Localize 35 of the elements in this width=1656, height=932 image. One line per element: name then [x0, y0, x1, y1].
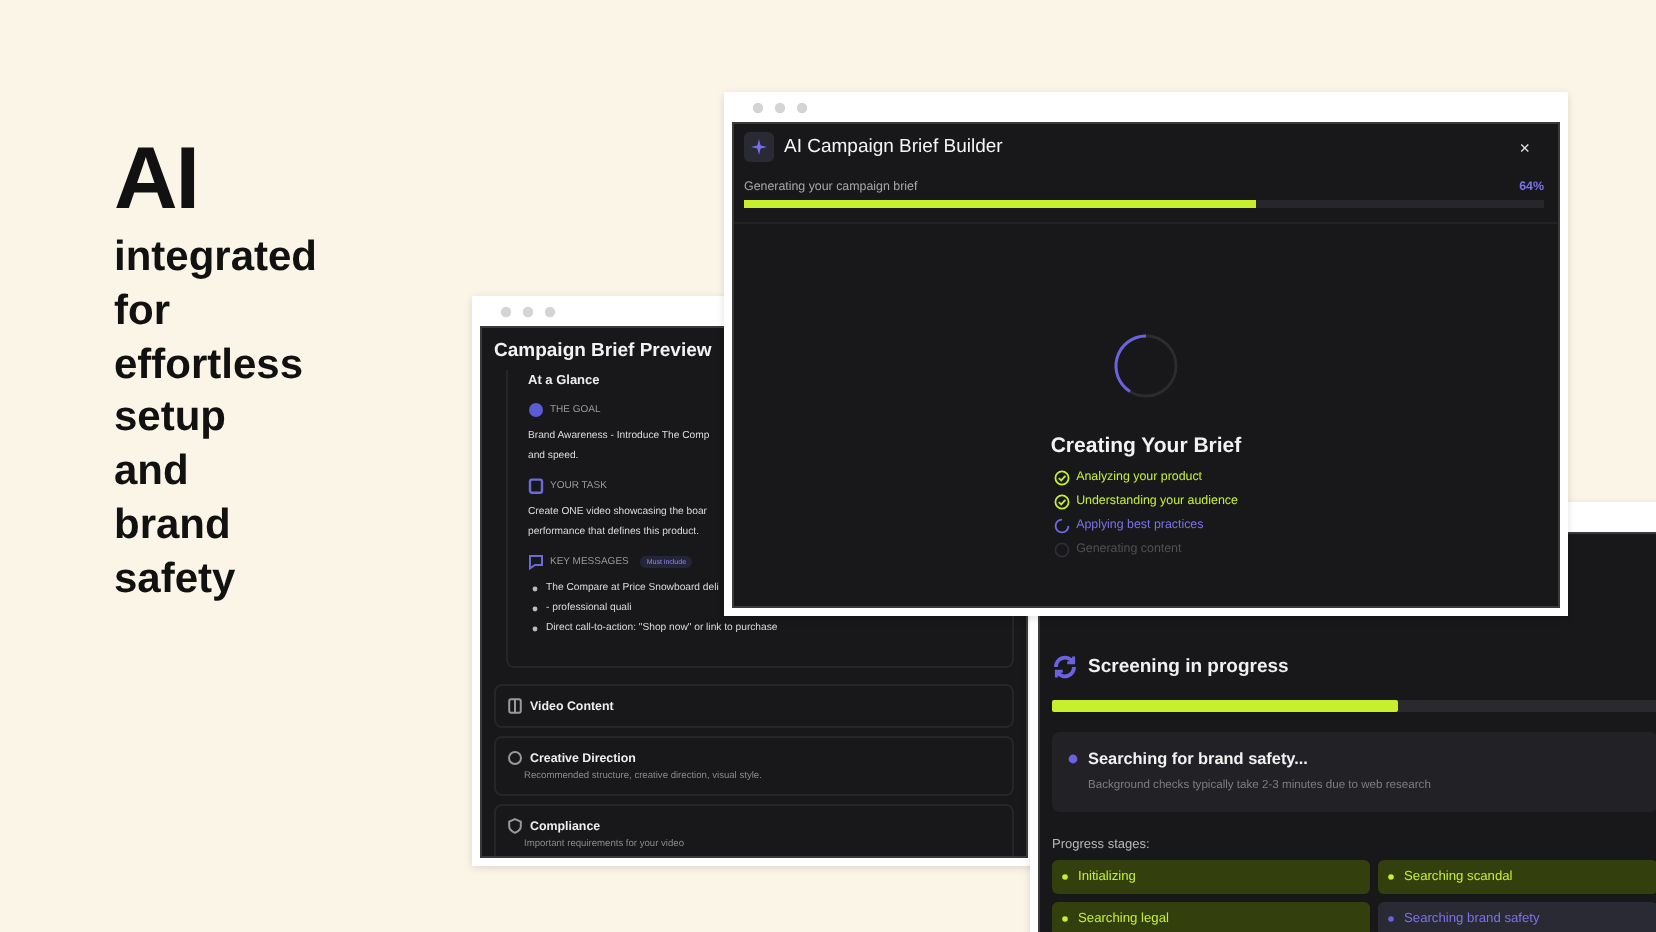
window-dots-icon: [752, 102, 812, 114]
loading-icon: [1054, 517, 1071, 533]
dot-icon: [1388, 874, 1394, 880]
status-title: Screening in progress: [1088, 656, 1289, 678]
circle-icon: [508, 750, 522, 766]
bullet-icon: [532, 625, 538, 631]
window-title: AI Campaign Brief Builder: [784, 136, 1005, 158]
sparkle-icon: [744, 132, 774, 162]
dot-icon: [1388, 916, 1394, 922]
headline-text: for: [114, 285, 172, 338]
status-heading: Searching for brand safety...: [1088, 750, 1310, 768]
headline-text: and: [114, 446, 191, 499]
dot-icon: [1062, 916, 1068, 922]
empty-circle-icon: [1054, 541, 1071, 557]
spinner-icon: [1112, 331, 1180, 399]
headline-text: setup: [114, 392, 229, 445]
headline-text: effortless: [114, 339, 306, 392]
headline-text: integrated: [114, 232, 318, 284]
dot-icon: [1062, 874, 1068, 880]
bullet-icon: [532, 585, 538, 591]
chat-icon: [528, 554, 544, 570]
dot-icon: [528, 402, 544, 418]
window-dots-icon: [500, 306, 560, 318]
headline-title: AI: [114, 132, 200, 228]
shield-icon: [508, 818, 522, 834]
bullet-icon: [532, 605, 538, 611]
heading: Creating Your Brief: [1050, 433, 1242, 457]
check-circle-icon: [1054, 493, 1071, 509]
window-title: Campaign Brief Preview: [492, 338, 714, 362]
refresh-icon: [1052, 654, 1078, 680]
headline-text: brand: [114, 499, 233, 552]
headline-text: safety: [114, 553, 238, 606]
close-button[interactable]: ×: [1503, 137, 1546, 157]
check-circle-icon: [1054, 469, 1071, 485]
dot-icon: [1068, 754, 1078, 764]
